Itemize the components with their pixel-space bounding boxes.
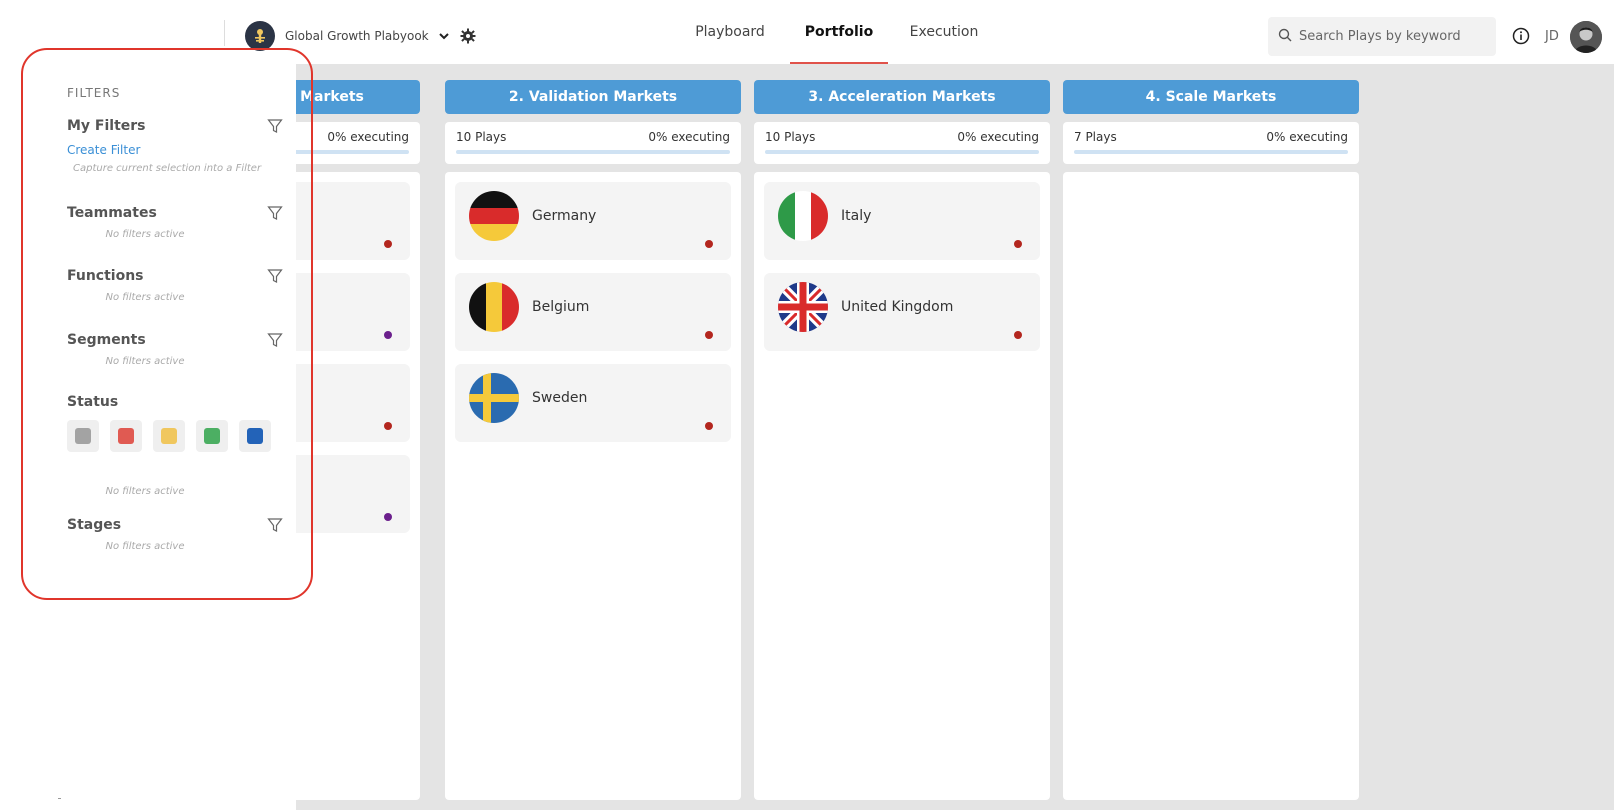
create-filter-link[interactable]: Create Filter xyxy=(67,143,283,157)
status-dot xyxy=(705,240,713,248)
italy-flag-icon xyxy=(778,191,828,241)
funnel-icon[interactable] xyxy=(267,268,283,284)
stage-column-validation: 2. Validation Markets 10 Plays 0% execut… xyxy=(445,80,741,800)
playbook-logo-icon xyxy=(245,21,275,51)
tab-playboard[interactable]: Playboard xyxy=(680,0,780,64)
functions-label: Functions xyxy=(67,268,144,284)
market-name: Italy xyxy=(841,208,872,224)
market-name: Sweden xyxy=(532,390,588,406)
segments-section: Segments No filters active xyxy=(67,332,283,367)
column-stats: 7 Plays 0% executing xyxy=(1063,122,1359,164)
funnel-icon[interactable] xyxy=(267,517,283,533)
column-header[interactable]: 2. Validation Markets xyxy=(445,80,741,114)
market-card-italy[interactable]: Italy xyxy=(764,182,1040,260)
no-filters-text: No filters active xyxy=(105,229,185,240)
status-section: Status No filters active xyxy=(67,394,283,497)
teammates-section: Teammates No filters active xyxy=(67,205,283,240)
funnel-icon[interactable] xyxy=(267,332,283,348)
status-label: Status xyxy=(67,394,119,410)
status-swatch-blue[interactable] xyxy=(239,420,271,452)
execution-progress-bar xyxy=(456,150,730,154)
status-dot xyxy=(705,331,713,339)
market-name: Germany xyxy=(532,208,597,224)
no-filters-text: No filters active xyxy=(105,541,185,552)
status-dot xyxy=(384,240,392,248)
top-header: Global Growth Plabyook Playboard Portfol… xyxy=(0,0,1614,64)
avatar[interactable] xyxy=(1570,21,1602,53)
executing-percent: 0% executing xyxy=(1266,130,1348,144)
status-swatch-yellow[interactable] xyxy=(153,420,185,452)
market-card-germany[interactable]: Germany xyxy=(455,182,731,260)
sweden-flag-icon xyxy=(469,373,519,423)
column-stats: 10 Plays 0% executing xyxy=(445,122,741,164)
plays-count: 10 Plays xyxy=(765,130,816,144)
status-dot xyxy=(384,513,392,521)
tab-execution[interactable]: Execution xyxy=(898,0,990,64)
no-filters-text: No filters active xyxy=(105,356,185,367)
column-body xyxy=(1063,172,1359,800)
market-card-belgium[interactable]: Belgium xyxy=(455,273,731,351)
executing-percent: 0% executing xyxy=(327,130,409,144)
plays-count: 10 Plays xyxy=(456,130,507,144)
no-filters-text: No filters active xyxy=(105,486,185,497)
info-icon[interactable] xyxy=(1512,27,1530,45)
chevron-down-icon[interactable] xyxy=(437,29,451,43)
plays-count: 7 Plays xyxy=(1074,130,1117,144)
market-name: United Kingdom xyxy=(841,299,954,315)
stages-section: Stages No filters active xyxy=(67,517,283,552)
search-input[interactable] xyxy=(1299,29,1489,44)
market-card-sweden[interactable]: Sweden xyxy=(455,364,731,442)
stage-column-scale: 4. Scale Markets 7 Plays 0% executing xyxy=(1063,80,1359,800)
executing-percent: 0% executing xyxy=(957,130,1039,144)
column-body: Germany Belgium Sweden xyxy=(445,172,741,800)
search-icon xyxy=(1278,27,1292,46)
column-title: Markets xyxy=(300,89,364,105)
status-swatch-grey[interactable] xyxy=(67,420,99,452)
column-header[interactable]: 4. Scale Markets xyxy=(1063,80,1359,114)
functions-section: Functions No filters active xyxy=(67,268,283,303)
status-swatches xyxy=(67,420,283,452)
market-name: Belgium xyxy=(532,299,590,315)
uk-flag-icon xyxy=(778,282,828,332)
belgium-flag-icon xyxy=(469,282,519,332)
execution-progress-bar xyxy=(1074,150,1348,154)
filters-title: FILTERS xyxy=(67,86,121,100)
tab-portfolio[interactable]: Portfolio xyxy=(790,0,888,64)
create-filter-hint: Capture current selection into a Filter xyxy=(73,163,262,174)
status-dot xyxy=(384,422,392,430)
status-dot xyxy=(1014,240,1022,248)
germany-flag-icon xyxy=(469,191,519,241)
funnel-icon[interactable] xyxy=(267,205,283,221)
status-swatch-red[interactable] xyxy=(110,420,142,452)
playbook-switcher[interactable]: Global Growth Plabyook xyxy=(245,21,477,51)
teammates-label: Teammates xyxy=(67,205,157,221)
execution-progress-bar xyxy=(765,150,1039,154)
funnel-icon[interactable] xyxy=(267,118,283,134)
user-initials[interactable]: JD xyxy=(1545,29,1559,44)
column-body: Italy United Kingdom xyxy=(754,172,1050,800)
column-stats: 10 Plays 0% executing xyxy=(754,122,1050,164)
playbook-name: Global Growth Plabyook xyxy=(285,29,429,43)
divider-mark xyxy=(58,798,61,799)
status-dot xyxy=(384,331,392,339)
stages-label: Stages xyxy=(67,517,122,533)
column-header[interactable]: 3. Acceleration Markets xyxy=(754,80,1050,114)
status-swatch-green[interactable] xyxy=(196,420,228,452)
gear-icon[interactable] xyxy=(459,27,477,45)
segments-label: Segments xyxy=(67,332,146,348)
header-divider xyxy=(224,20,225,46)
stage-column-acceleration: 3. Acceleration Markets 10 Plays 0% exec… xyxy=(754,80,1050,800)
market-card-uk[interactable]: United Kingdom xyxy=(764,273,1040,351)
search-box[interactable] xyxy=(1268,17,1496,56)
main-tabs: Playboard Portfolio Execution xyxy=(680,0,990,64)
my-filters-section: My Filters Create Filter Capture current… xyxy=(67,118,283,174)
status-dot xyxy=(1014,331,1022,339)
my-filters-label: My Filters xyxy=(67,118,146,134)
status-dot xyxy=(705,422,713,430)
no-filters-text: No filters active xyxy=(105,292,185,303)
executing-percent: 0% executing xyxy=(648,130,730,144)
